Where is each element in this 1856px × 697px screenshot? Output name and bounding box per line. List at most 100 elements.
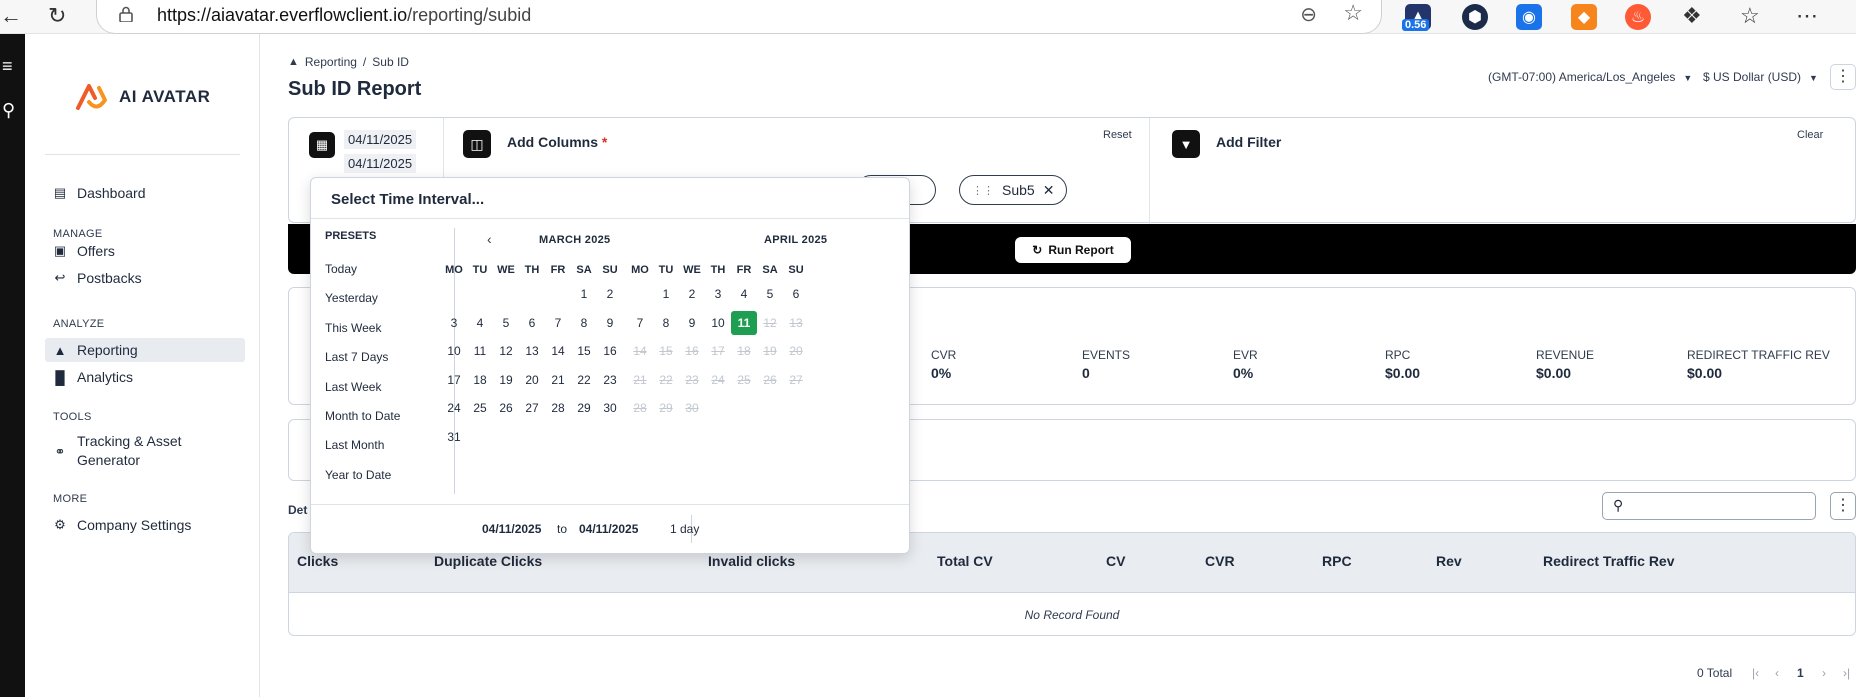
calendar-day-march[interactable]: 12 <box>493 339 519 363</box>
add-columns-icon[interactable]: ◫ <box>463 130 491 158</box>
run-report-button[interactable]: ↻ Run Report <box>1015 237 1131 263</box>
favorite-star-icon[interactable]: ☆ <box>1343 0 1363 26</box>
breadcrumb-parent[interactable]: Reporting <box>305 55 357 69</box>
add-columns-label[interactable]: Add Columns * <box>507 134 607 150</box>
calendar-day-march[interactable]: 13 <box>519 339 545 363</box>
preset-last-7-days[interactable]: Last 7 Days <box>325 350 388 364</box>
sidebar-item-offers[interactable]: ▣ Offers <box>45 239 245 263</box>
sidebar-item-dashboard[interactable]: ▤ Dashboard <box>45 181 245 205</box>
calendar-day-march[interactable]: 20 <box>519 368 545 392</box>
col-total-cv[interactable]: Total CV <box>937 553 993 569</box>
calendar-day-march[interactable]: 1 <box>571 282 597 306</box>
calendar-day-march[interactable]: 11 <box>467 339 493 363</box>
col-invalid-clicks[interactable]: Invalid clicks <box>708 553 795 569</box>
date-to[interactable]: 04/11/2025 <box>344 154 417 173</box>
next-page-icon[interactable]: › <box>1822 666 1826 680</box>
calendar-day-april[interactable]: 11 <box>731 310 757 335</box>
col-rpc[interactable]: RPC <box>1322 553 1352 569</box>
metamask-icon[interactable]: ◆ <box>1571 4 1597 30</box>
clear-link[interactable]: Clear <box>1797 129 1823 141</box>
back-icon[interactable]: ← <box>0 3 22 29</box>
calendar-day-april[interactable]: 10 <box>705 311 731 335</box>
col-duplicate-clicks[interactable]: Duplicate Clicks <box>434 553 542 569</box>
calendar-day-march[interactable]: 19 <box>493 368 519 392</box>
table-search-input[interactable]: ⚲ <box>1602 492 1816 520</box>
currency-select[interactable]: $ US Dollar (USD) ▼ <box>1703 70 1818 84</box>
calendar-day-march[interactable]: 15 <box>571 339 597 363</box>
col-redirect-traffic-rev[interactable]: Redirect Traffic Rev <box>1543 553 1675 569</box>
calendar-day-april[interactable]: 9 <box>679 311 705 335</box>
calendar-day-march[interactable]: 14 <box>545 339 571 363</box>
calendar-day-march[interactable]: 3 <box>441 311 467 335</box>
calendar-day-april[interactable]: 5 <box>757 282 783 306</box>
calendar-day-march[interactable]: 22 <box>571 368 597 392</box>
search-icon[interactable]: ⚲ <box>2 100 15 121</box>
calendar-day-march[interactable]: 7 <box>545 311 571 335</box>
page-number[interactable]: 1 <box>1797 666 1804 680</box>
calendar-day-april[interactable]: 1 <box>653 282 679 306</box>
calendar-icon[interactable]: ▦ <box>309 132 335 158</box>
last-page-icon[interactable]: ›| <box>1843 666 1850 680</box>
calendar-day-march[interactable]: 16 <box>597 339 623 363</box>
sidebar-item-tracking[interactable]: ⚭ Tracking & Asset Generator <box>45 432 245 472</box>
flame-extension-icon[interactable]: ♨ <box>1625 4 1651 30</box>
calendar-day-march[interactable]: 30 <box>597 396 623 420</box>
calendar-day-april[interactable]: 7 <box>627 311 653 335</box>
preset-last-week[interactable]: Last Week <box>325 380 381 394</box>
drag-handle-icon[interactable]: ⋮⋮ <box>972 184 994 197</box>
extensions-puzzle-icon[interactable]: ❖ <box>1682 3 1702 29</box>
calendar-day-march[interactable]: 21 <box>545 368 571 392</box>
add-filter-label[interactable]: Add Filter <box>1216 134 1281 150</box>
calendar-day-march[interactable]: 18 <box>467 368 493 392</box>
preset-last-month[interactable]: Last Month <box>325 438 384 452</box>
menu-icon[interactable]: ≡ <box>2 56 13 77</box>
calendar-day-march[interactable]: 23 <box>597 368 623 392</box>
calendar-day-march[interactable]: 8 <box>571 311 597 335</box>
calendar-day-april[interactable]: 2 <box>679 282 705 306</box>
reload-icon[interactable]: ↻ <box>48 3 66 29</box>
brand-logo[interactable]: AI AVATAR <box>75 82 210 112</box>
shield-extension-icon[interactable]: ⬢ <box>1462 4 1488 30</box>
column-pill-sub5[interactable]: ⋮⋮ Sub5 ✕ <box>959 175 1068 205</box>
calendar-day-april[interactable]: 3 <box>705 282 731 306</box>
preset-yesterday[interactable]: Yesterday <box>325 291 378 305</box>
calendar-day-march[interactable]: 24 <box>441 396 467 420</box>
timezone-select[interactable]: (GMT-07:00) America/Los_Angeles ▼ <box>1488 70 1692 84</box>
calendar-day-march[interactable]: 26 <box>493 396 519 420</box>
preset-month-to-date[interactable]: Month to Date <box>325 409 400 423</box>
col-clicks[interactable]: Clicks <box>297 553 338 569</box>
reset-link[interactable]: Reset <box>1103 129 1132 141</box>
sidebar-item-postbacks[interactable]: ↩ Postbacks <box>45 266 245 290</box>
calendar-day-march[interactable]: 25 <box>467 396 493 420</box>
calendar-day-march[interactable]: 10 <box>441 339 467 363</box>
preset-year-to-date[interactable]: Year to Date <box>325 468 391 482</box>
prev-page-icon[interactable]: ‹ <box>1775 666 1779 680</box>
prev-month-icon[interactable]: ‹ <box>487 231 492 247</box>
page-options-kebab-icon[interactable]: ⋮ <box>1830 64 1856 90</box>
first-page-icon[interactable]: |‹ <box>1752 666 1759 680</box>
calendar-day-march[interactable]: 27 <box>519 396 545 420</box>
calendar-day-march[interactable]: 6 <box>519 311 545 335</box>
preset-this-week[interactable]: This Week <box>325 321 381 335</box>
calendar-day-march[interactable]: 31 <box>441 425 467 449</box>
favorites-icon[interactable]: ☆ <box>1740 3 1760 29</box>
col-rev[interactable]: Rev <box>1436 553 1462 569</box>
table-options-kebab-icon[interactable]: ⋮ <box>1830 492 1856 520</box>
calendar-day-march[interactable]: 4 <box>467 311 493 335</box>
remove-icon[interactable]: ✕ <box>1043 182 1055 199</box>
calendar-day-march[interactable]: 9 <box>597 311 623 335</box>
sidebar-item-reporting[interactable]: ▲ Reporting <box>45 338 245 362</box>
sidebar-item-company-settings[interactable]: ⚙ Company Settings <box>45 513 245 537</box>
calendar-day-march[interactable]: 17 <box>441 368 467 392</box>
col-cv[interactable]: CV <box>1106 553 1125 569</box>
calendar-day-march[interactable]: 28 <box>545 396 571 420</box>
calendar-day-april[interactable]: 8 <box>653 311 679 335</box>
col-cvr[interactable]: CVR <box>1205 553 1235 569</box>
calendar-day-april[interactable]: 4 <box>731 282 757 306</box>
address-bar[interactable]: https://aiavatar.everflowclient.io/repor… <box>96 0 1382 34</box>
calendar-day-march[interactable]: 29 <box>571 396 597 420</box>
preset-today[interactable]: Today <box>325 262 357 276</box>
zoom-out-icon[interactable]: ⊖ <box>1300 2 1317 27</box>
sidebar-item-analytics[interactable]: █ Analytics <box>45 365 245 389</box>
calendar-day-march[interactable]: 5 <box>493 311 519 335</box>
